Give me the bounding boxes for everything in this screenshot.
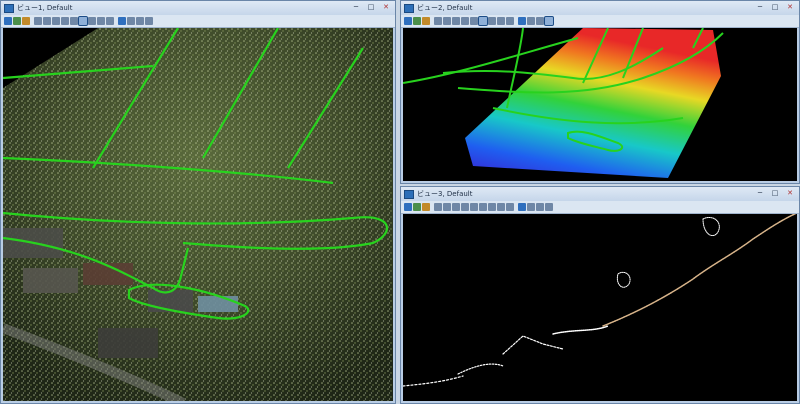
view-attributes-icon[interactable] [4, 17, 12, 25]
title-bar[interactable]: ビュー2, Default ─ □ ✕ [401, 1, 799, 15]
rotate-view-icon[interactable] [479, 203, 487, 211]
view-window-1: ビュー1, Default ─ □ ✕ [0, 0, 396, 404]
view-next-icon[interactable] [506, 17, 514, 25]
zoom-out-icon[interactable] [52, 17, 60, 25]
title-bar[interactable]: ビュー3, Default ─ □ ✕ [401, 187, 799, 201]
view-toolbar [401, 201, 799, 214]
fit-view-icon[interactable] [70, 17, 78, 25]
view-toolbar [1, 15, 395, 28]
display-style-icon[interactable] [413, 17, 421, 25]
window-area-icon[interactable] [61, 17, 69, 25]
view-previous-icon[interactable] [497, 17, 505, 25]
view-window-2: ビュー2, Default ─ □ ✕ [400, 0, 800, 184]
light-icon[interactable] [22, 17, 30, 25]
view-attributes-icon[interactable] [404, 203, 412, 211]
point-cloud-viewport[interactable] [3, 28, 393, 401]
maximize-button[interactable]: □ [768, 188, 782, 198]
pan-view-icon[interactable] [88, 17, 96, 25]
zoom-in-icon[interactable] [43, 17, 51, 25]
display-style-icon[interactable] [13, 17, 21, 25]
pan-view-icon[interactable] [488, 203, 496, 211]
camera-icon[interactable] [536, 17, 544, 25]
update-view-icon[interactable] [434, 203, 442, 211]
light-icon[interactable] [422, 17, 430, 25]
pan-view-icon[interactable] [488, 17, 496, 25]
view-window-3: ビュー3, Default ─ □ ✕ [400, 186, 800, 404]
render-icon[interactable] [544, 16, 554, 26]
clip-mask-icon[interactable] [127, 17, 135, 25]
maximize-button[interactable]: □ [768, 2, 782, 12]
close-button[interactable]: ✕ [783, 2, 797, 12]
display-style-icon[interactable] [413, 203, 421, 211]
clip-mask-icon[interactable] [527, 203, 535, 211]
window-title: ビュー1, Default [17, 4, 73, 12]
view-next-icon[interactable] [106, 17, 114, 25]
close-button[interactable]: ✕ [783, 188, 797, 198]
window-title: ビュー2, Default [417, 4, 473, 12]
rotate-view-icon[interactable] [78, 16, 88, 26]
clip-volume-icon[interactable] [518, 203, 526, 211]
window-area-icon[interactable] [461, 17, 469, 25]
zoom-out-icon[interactable] [452, 203, 460, 211]
update-view-icon[interactable] [434, 17, 442, 25]
render-icon[interactable] [145, 17, 153, 25]
view-previous-icon[interactable] [497, 203, 505, 211]
view-previous-icon[interactable] [97, 17, 105, 25]
window-title: ビュー3, Default [417, 190, 473, 198]
zoom-in-icon[interactable] [443, 17, 451, 25]
minimize-button[interactable]: ─ [349, 2, 363, 12]
view-next-icon[interactable] [506, 203, 514, 211]
light-icon[interactable] [422, 203, 430, 211]
close-button[interactable]: ✕ [379, 2, 393, 12]
view-attributes-icon[interactable] [404, 17, 412, 25]
app-icon [404, 189, 414, 199]
update-view-icon[interactable] [34, 17, 42, 25]
maximize-button[interactable]: □ [364, 2, 378, 12]
elevation-viewport[interactable] [403, 28, 797, 181]
view-toolbar [401, 15, 799, 28]
minimize-button[interactable]: ─ [753, 2, 767, 12]
clip-volume-icon[interactable] [118, 17, 126, 25]
app-icon [4, 3, 14, 13]
title-bar[interactable]: ビュー1, Default ─ □ ✕ [1, 1, 395, 15]
section-viewport[interactable] [403, 214, 797, 401]
render-icon[interactable] [545, 203, 553, 211]
minimize-button[interactable]: ─ [753, 188, 767, 198]
rotate-view-icon[interactable] [478, 16, 488, 26]
clip-volume-icon[interactable] [518, 17, 526, 25]
cross-section-points [403, 214, 797, 387]
fit-view-icon[interactable] [470, 203, 478, 211]
camera-icon[interactable] [136, 17, 144, 25]
camera-icon[interactable] [536, 203, 544, 211]
window-area-icon[interactable] [461, 203, 469, 211]
zoom-out-icon[interactable] [452, 17, 460, 25]
zoom-in-icon[interactable] [443, 203, 451, 211]
fit-view-icon[interactable] [470, 17, 478, 25]
elevation-surface [465, 28, 721, 178]
clip-mask-icon[interactable] [527, 17, 535, 25]
app-icon [404, 3, 414, 13]
